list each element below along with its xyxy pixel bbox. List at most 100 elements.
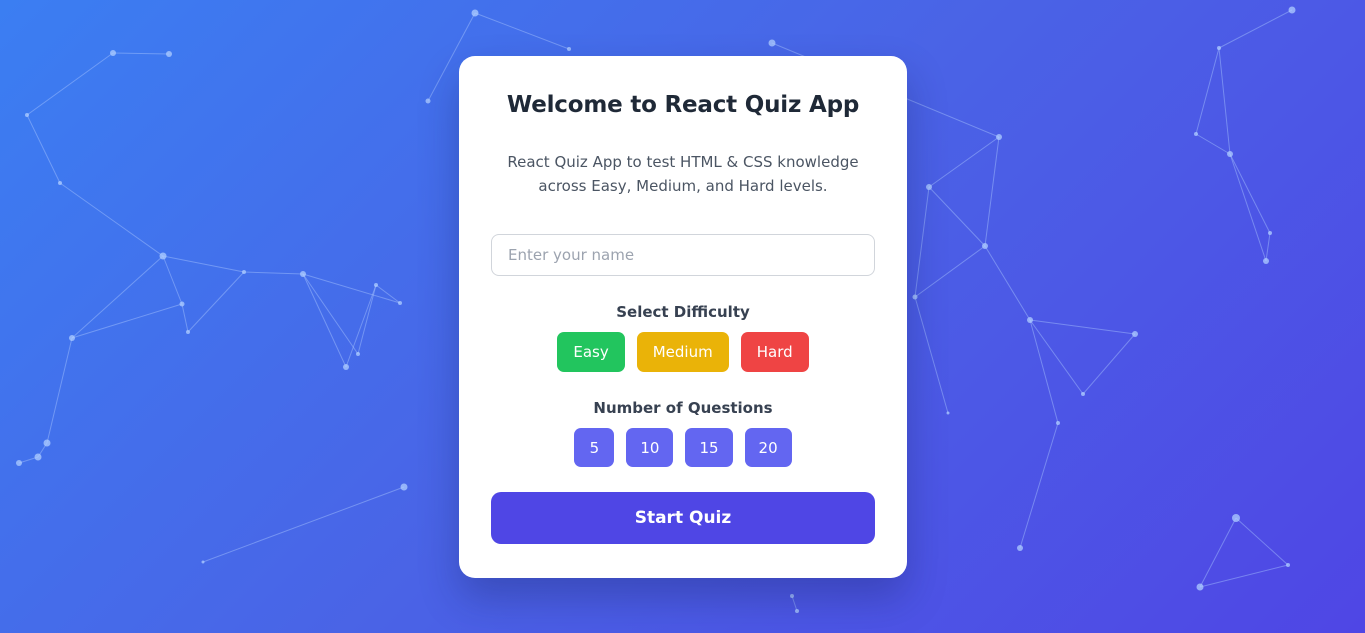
network-dot xyxy=(1027,317,1033,323)
network-dot xyxy=(343,364,349,370)
network-line xyxy=(243,271,304,275)
network-line xyxy=(71,303,183,339)
difficulty-hard-button[interactable]: Hard xyxy=(740,332,809,372)
network-line xyxy=(26,114,61,184)
network-line xyxy=(1218,9,1293,49)
network-line xyxy=(1229,153,1271,234)
network-line xyxy=(1195,47,1220,135)
question-count-20-button[interactable]: 20 xyxy=(744,428,792,467)
network-dot xyxy=(1286,563,1290,567)
question-count-options: 5 10 15 20 xyxy=(491,428,875,467)
network-dot xyxy=(398,301,402,305)
network-dot xyxy=(1081,392,1085,396)
network-dot xyxy=(166,51,172,57)
question-count-label: Number of Questions xyxy=(593,399,773,417)
difficulty-easy-button[interactable]: Easy xyxy=(557,332,625,372)
network-dot xyxy=(16,460,22,466)
page-title: Welcome to React Quiz App xyxy=(506,92,860,118)
network-line xyxy=(302,273,401,304)
network-dot xyxy=(34,453,42,461)
network-dot xyxy=(58,181,62,185)
network-line xyxy=(59,182,164,257)
network-dot xyxy=(471,9,479,17)
network-line xyxy=(1082,333,1136,395)
network-dot xyxy=(201,560,205,564)
question-count-10-button[interactable]: 10 xyxy=(626,428,674,467)
network-dot xyxy=(179,301,185,307)
question-count-15-button[interactable]: 15 xyxy=(685,428,733,467)
network-line xyxy=(1229,153,1267,262)
network-dot xyxy=(1132,331,1138,337)
network-line xyxy=(928,136,1000,188)
network-dot xyxy=(356,352,360,356)
network-line xyxy=(1265,232,1271,262)
network-line xyxy=(914,245,986,298)
network-line xyxy=(474,12,570,50)
network-line xyxy=(26,52,114,116)
network-dot xyxy=(1232,514,1240,522)
network-dot xyxy=(300,271,306,277)
quiz-welcome-card: Welcome to React Quiz App React Quiz App… xyxy=(459,56,907,578)
network-dot xyxy=(1263,258,1269,264)
network-line xyxy=(928,186,986,247)
network-dot xyxy=(1017,545,1023,551)
name-input[interactable] xyxy=(491,234,875,276)
network-line xyxy=(302,273,347,368)
network-dot xyxy=(400,483,408,491)
network-dot xyxy=(790,594,794,598)
network-line xyxy=(1029,319,1136,335)
network-line xyxy=(914,186,930,298)
network-dot xyxy=(768,39,776,47)
network-line xyxy=(112,52,170,55)
network-dot xyxy=(1268,231,1272,235)
network-line xyxy=(181,303,189,333)
network-line xyxy=(1218,47,1231,155)
network-dot xyxy=(926,184,932,190)
question-count-5-button[interactable]: 5 xyxy=(574,428,615,467)
network-dot xyxy=(912,294,918,300)
network-dot xyxy=(43,439,51,447)
network-dot xyxy=(1217,46,1221,50)
network-dot xyxy=(69,335,75,341)
network-line xyxy=(914,296,949,414)
network-line xyxy=(302,273,359,355)
network-dot xyxy=(1056,421,1060,425)
network-dot xyxy=(242,270,246,274)
network-dot xyxy=(425,98,431,104)
network-line xyxy=(375,284,401,304)
network-dot xyxy=(186,330,190,334)
network-line xyxy=(1029,319,1084,395)
network-dot xyxy=(567,47,571,51)
app-description: React Quiz App to test HTML & CSS knowle… xyxy=(507,153,859,195)
network-line xyxy=(71,255,164,339)
network-line xyxy=(1199,517,1237,588)
network-line xyxy=(187,271,245,333)
network-line xyxy=(984,136,1000,247)
network-line xyxy=(162,255,183,305)
network-dot xyxy=(25,113,29,117)
network-dot xyxy=(1196,583,1204,591)
network-line xyxy=(1235,517,1289,566)
network-line xyxy=(791,595,798,612)
network-dot xyxy=(159,252,167,260)
network-dot xyxy=(1227,151,1233,157)
network-dot xyxy=(1194,132,1198,136)
network-line xyxy=(984,245,1031,321)
network-line xyxy=(46,337,73,444)
network-dot xyxy=(374,283,378,287)
difficulty-medium-button[interactable]: Medium xyxy=(636,332,729,372)
network-dot xyxy=(982,243,988,249)
network-dot xyxy=(996,134,1002,140)
network-dot xyxy=(946,411,950,415)
network-line xyxy=(162,255,245,273)
network-line xyxy=(202,486,405,563)
network-line xyxy=(1019,422,1059,549)
network-dot xyxy=(110,50,116,56)
difficulty-options: Easy Medium Hard xyxy=(491,332,875,372)
start-quiz-button[interactable]: Start Quiz xyxy=(491,492,875,544)
network-line xyxy=(345,284,377,368)
network-line xyxy=(1195,133,1231,155)
network-dot xyxy=(1288,6,1296,14)
network-dot xyxy=(795,609,799,613)
network-line xyxy=(1199,564,1289,588)
